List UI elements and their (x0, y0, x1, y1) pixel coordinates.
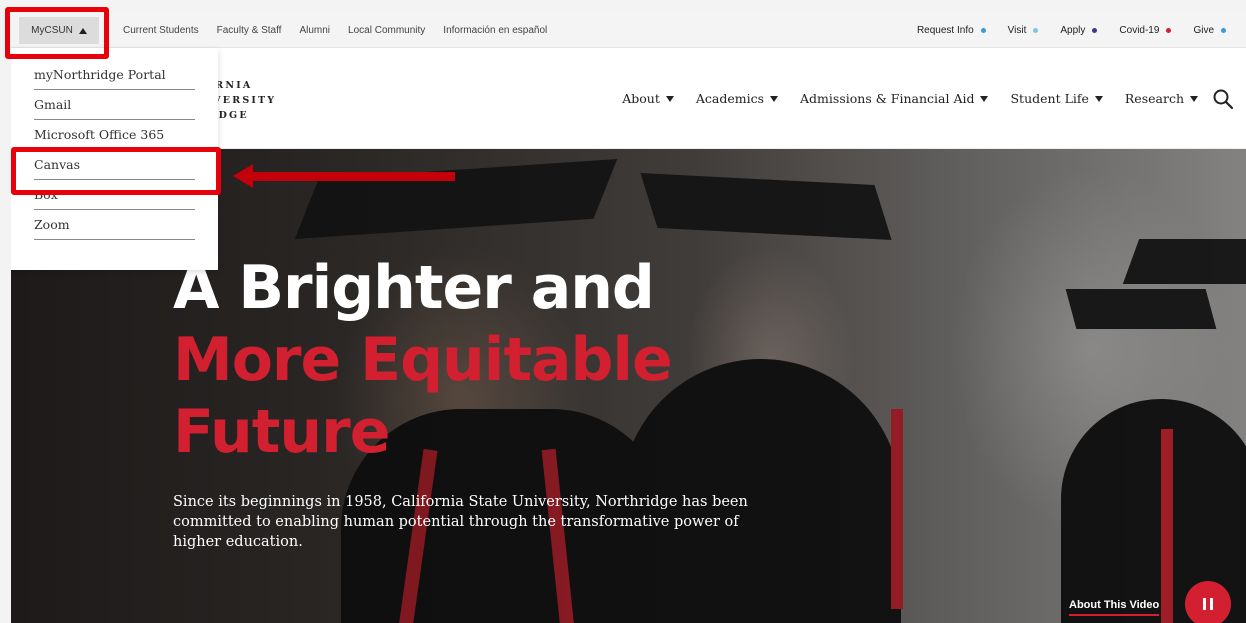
pause-icon (1203, 598, 1206, 610)
audience-links: Current Students Faculty & Staff Alumni … (123, 12, 547, 48)
menu-item-gmail[interactable]: Gmail (34, 90, 195, 120)
csun-website: MyCSUN Current Students Faculty & Staff … (11, 12, 1246, 623)
link-give[interactable]: Give (1193, 25, 1226, 36)
nav-admissions-label: Admissions & Financial Aid (800, 91, 975, 106)
headline-line-2: More Equitable (173, 325, 673, 395)
nav-academics[interactable]: Academics (695, 91, 779, 106)
headline-line-3: Future (173, 397, 390, 467)
nav-about-label: About (622, 91, 660, 106)
link-visit[interactable]: Visit (1008, 25, 1039, 36)
link-covid[interactable]: Covid-19 (1119, 24, 1172, 36)
menu-item-mynorthridge[interactable]: myNorthridge Portal (34, 60, 195, 90)
hero-subtext: Since its beginnings in 1958, California… (173, 494, 748, 550)
annotation-arrow-line (250, 172, 455, 181)
link-alumni[interactable]: Alumni (299, 25, 330, 36)
caret-down-icon (1190, 95, 1198, 102)
search-icon[interactable] (1212, 88, 1234, 110)
headline-line-1: A Brighter and (173, 253, 655, 323)
dot-icon (980, 27, 986, 33)
caret-down-icon (980, 95, 989, 102)
utility-bar: MyCSUN Current Students Faculty & Staff … (11, 12, 1246, 48)
nav-student-life-label: Student Life (1010, 91, 1089, 106)
nav-research-label: Research (1124, 91, 1184, 106)
nav-student-life[interactable]: Student Life (1010, 91, 1103, 106)
caret-down-icon (770, 95, 779, 102)
page: MyCSUN Current Students Faculty & Staff … (0, 0, 1246, 623)
link-apply[interactable]: Apply (1060, 24, 1098, 36)
link-espanol[interactable]: Información en español (443, 25, 547, 36)
dot-icon (1166, 27, 1172, 33)
about-video-link[interactable]: About This Video (1069, 599, 1160, 616)
pause-icon (1210, 598, 1213, 610)
action-links: Request Info Visit Apply Covid-19 Give (917, 12, 1226, 48)
dot-icon (1033, 27, 1039, 33)
annotation-highlight-mycsun (5, 7, 109, 59)
nav-admissions[interactable]: Admissions & Financial Aid (800, 91, 989, 106)
main-nav: About Academics Admissions & Financial A… (622, 48, 1198, 149)
link-local-community[interactable]: Local Community (348, 25, 425, 36)
dot-icon (1092, 27, 1098, 33)
caret-down-icon (665, 95, 674, 102)
link-faculty-staff[interactable]: Faculty & Staff (217, 25, 282, 36)
covid-label: Covid-19 (1119, 24, 1160, 36)
annotation-highlight-canvas (11, 147, 221, 195)
link-request-info[interactable]: Request Info (917, 25, 986, 36)
hero-headline: A Brighter and More Equitable Future (173, 252, 673, 468)
nav-academics-label: Academics (695, 91, 765, 106)
menu-item-zoom[interactable]: Zoom (34, 210, 195, 240)
give-label: Give (1193, 24, 1214, 36)
nav-research[interactable]: Research (1125, 91, 1198, 106)
visit-label: Visit (1007, 24, 1027, 36)
request-info-label: Request Info (916, 24, 974, 36)
dot-icon (1221, 27, 1226, 33)
menu-item-office365[interactable]: Microsoft Office 365 (34, 120, 195, 150)
link-current-students[interactable]: Current Students (123, 25, 199, 36)
pause-button[interactable] (1185, 581, 1231, 623)
apply-label: Apply (1060, 24, 1086, 36)
caret-down-icon (1094, 95, 1103, 102)
nav-about[interactable]: About (622, 91, 674, 106)
